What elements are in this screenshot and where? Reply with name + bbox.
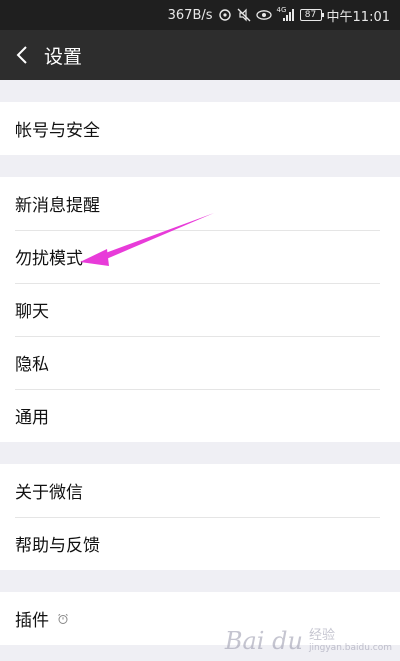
- settings-item-label: 帐号与安全: [15, 121, 100, 141]
- clock: 中午11:01: [326, 9, 390, 25]
- network-speed: 367B/s: [167, 7, 213, 23]
- settings-item-label: 勿扰模式: [15, 249, 83, 269]
- settings-list: 帐号与安全 新消息提醒 勿扰模式 聊天 隐私 通用 关于微信 帮助与反馈 插件: [0, 80, 400, 661]
- settings-item-help-feedback[interactable]: 帮助与反馈: [0, 517, 400, 570]
- nav-bar: 设置: [0, 30, 400, 80]
- settings-item-do-not-disturb[interactable]: 勿扰模式: [0, 230, 400, 283]
- group-account: 帐号与安全: [0, 102, 400, 155]
- settings-item-notifications[interactable]: 新消息提醒: [0, 177, 400, 230]
- group-plugins: 插件: [0, 592, 400, 645]
- battery-icon: 87: [299, 9, 324, 21]
- settings-item-chats[interactable]: 聊天: [0, 283, 400, 336]
- mute-icon: [237, 8, 251, 22]
- back-button[interactable]: [4, 30, 40, 80]
- group-gap: [0, 155, 400, 177]
- settings-item-label: 帮助与反馈: [15, 536, 100, 556]
- settings-item-about-wechat[interactable]: 关于微信: [0, 464, 400, 517]
- battery-level: 87: [304, 9, 317, 20]
- group-general: 新消息提醒 勿扰模式 聊天 隐私 通用: [0, 177, 400, 442]
- eye-comfort-icon: [255, 9, 272, 21]
- network-type-label: 4G: [276, 5, 287, 14]
- settings-item-label: 隐私: [15, 355, 49, 375]
- group-about: 关于微信 帮助与反馈: [0, 464, 400, 570]
- settings-item-privacy[interactable]: 隐私: [0, 336, 400, 389]
- settings-item-label: 关于微信: [15, 483, 83, 503]
- settings-item-label: 新消息提醒: [15, 196, 100, 216]
- page-title: 设置: [44, 45, 83, 68]
- status-bar: 367B/s 4G 87 中午11:01: [0, 0, 400, 30]
- settings-item-account-security[interactable]: 帐号与安全: [0, 102, 400, 155]
- group-gap: [0, 442, 400, 464]
- group-gap: [0, 80, 400, 102]
- nfc-icon: [218, 8, 232, 22]
- settings-item-label: 通用: [15, 408, 49, 428]
- signal-icon: 4G: [276, 5, 295, 22]
- settings-item-label: 插件: [15, 611, 49, 631]
- alarm-clock-icon: [57, 613, 69, 625]
- screen: 367B/s 4G 87 中午11:01 设置 帐号与安全 新消息提醒 勿扰模式…: [0, 0, 400, 661]
- chevron-left-icon: [16, 46, 27, 64]
- settings-item-plugins[interactable]: 插件: [0, 592, 400, 645]
- group-gap: [0, 570, 400, 592]
- settings-item-label: 聊天: [15, 302, 49, 322]
- settings-item-general[interactable]: 通用: [0, 389, 400, 442]
